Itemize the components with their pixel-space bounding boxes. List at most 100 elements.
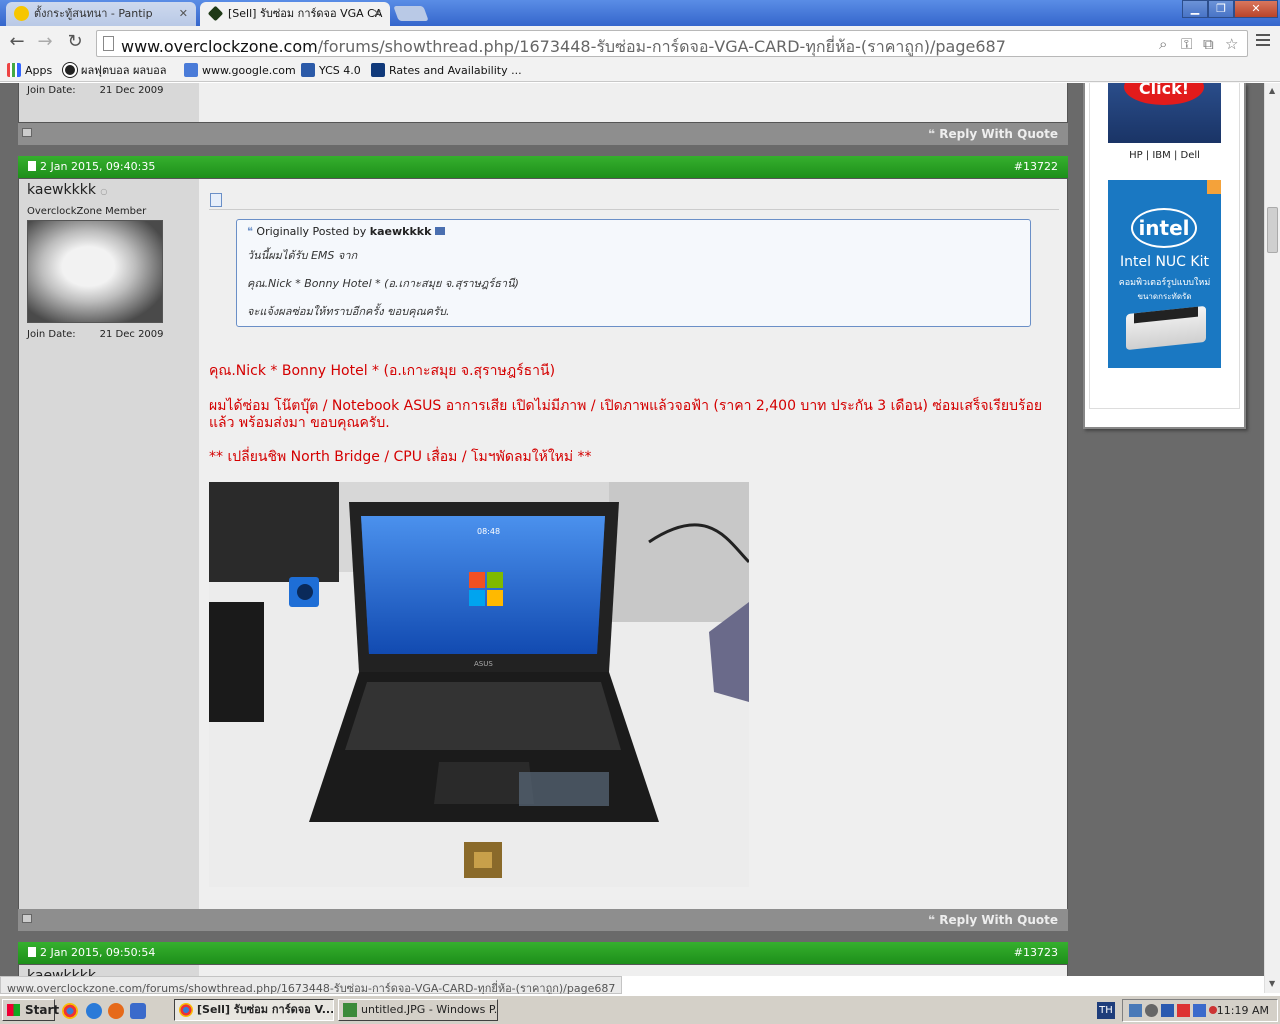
username-link[interactable]: kaewkkkk — [27, 968, 96, 976]
user-avatar-cat[interactable] — [27, 220, 163, 323]
bookmark-ycs[interactable]: YCS 4.0 — [301, 63, 361, 79]
intel-ad-title: Intel NUC Kit — [1120, 254, 1209, 270]
post-number-link[interactable]: #13723 — [1014, 946, 1058, 959]
user-pane: kaewkkkk — [19, 965, 199, 976]
scroll-down-arrow-icon[interactable]: ▼ — [1269, 979, 1275, 988]
translate-icon[interactable]: ⧉ — [1203, 35, 1214, 53]
quote-icon: ❝ — [247, 225, 253, 238]
bookmark-football[interactable]: ผลฟุตบอล ผลบอล — [63, 63, 166, 79]
post-text: คุณ.Nick * Bonny Hotel * (อ.เกาะสมุย จ.ส… — [209, 363, 556, 379]
scroll-up-arrow-icon[interactable]: ▲ — [1269, 86, 1275, 95]
hp-ibm-dell-caption[interactable]: HP | IBM | Dell — [1085, 150, 1244, 161]
windows-taskbar: Start [Sell] รับซ่อม การ์ดจอ V... untitl… — [0, 994, 1280, 1024]
hp-ad-banner[interactable]: Click! — [1108, 83, 1221, 143]
maximize-button[interactable]: ❐ — [1208, 0, 1234, 18]
key-icon[interactable]: ⚿ — [1181, 35, 1192, 53]
ie-quicklaunch-icon[interactable] — [86, 1003, 102, 1019]
address-bar[interactable]: www.overclockzone.com/forums/showthread.… — [96, 30, 1248, 57]
back-button[interactable]: ← — [6, 32, 28, 54]
ycs-icon — [301, 63, 315, 77]
google-icon — [184, 63, 198, 77]
quote-author: kaewkkkk — [369, 225, 432, 238]
join-date: Join Date: 21 Dec 2009 — [27, 329, 164, 340]
chrome-icon — [179, 1003, 193, 1017]
language-indicator[interactable]: TH — [1097, 1002, 1115, 1019]
reload-button[interactable]: ↻ — [64, 32, 86, 54]
bookmark-apps[interactable]: Apps — [7, 63, 52, 79]
apps-grid-icon — [7, 63, 21, 77]
taskbar-item-chrome[interactable]: [Sell] รับซ่อม การ์ดจอ V... — [174, 999, 334, 1021]
reply-with-quote-button[interactable]: Reply With Quote — [928, 913, 1058, 927]
close-window-button[interactable]: ✕ — [1234, 0, 1278, 18]
app-tray-icon[interactable] — [1161, 1004, 1174, 1017]
chrome-menu-icon[interactable] — [1256, 34, 1270, 49]
intel-logo: intel — [1131, 208, 1197, 248]
laptop-brand-text: ASUS — [474, 660, 493, 668]
click-badge: Click! — [1124, 83, 1204, 105]
sidebar-ads: Click! HP | IBM | Dell intel Intel NUC K… — [1083, 83, 1246, 429]
booking-icon — [371, 63, 385, 77]
laptop-screen-clock: 08:48 — [477, 527, 500, 536]
toolbar: ← → ↻ www.overclockzone.com/forums/showt… — [0, 26, 1280, 60]
url-text[interactable]: www.overclockzone.com/forums/showthread.… — [121, 35, 1006, 60]
firefox-quicklaunch-icon[interactable] — [108, 1003, 124, 1019]
bookmarks-bar: Apps ผลฟุตบอล ผลบอล www.google.com YCS 4… — [0, 60, 1280, 82]
star-icon[interactable]: ☆ — [1225, 35, 1238, 53]
ip-icon — [22, 914, 32, 923]
post-header: 2 Jan 2015, 09:40:35 #13722 — [18, 156, 1068, 178]
close-tab-icon[interactable]: ✕ — [373, 2, 382, 25]
quote-line: คุณ.Nick * Bonny Hotel * (อ.เกาะสมุย จ.ส… — [247, 277, 519, 290]
quote-box: ❝ Originally Posted by kaewkkkk วันนี้ผม… — [236, 219, 1031, 327]
tab-strip: ตั้งกระทู้สนทนา - Pantip ✕ [Sell] รับซ่อ… — [0, 0, 1280, 26]
tab-label: ตั้งกระทู้สนทนา - Pantip — [34, 7, 153, 20]
post-date: 2 Jan 2015, 09:40:35 — [28, 160, 155, 173]
view-post-icon[interactable] — [434, 227, 445, 235]
laptop-photo[interactable]: 08:48 ASUS — [209, 482, 749, 887]
next-post-header: 2 Jan 2015, 09:50:54 #13723 — [18, 942, 1068, 964]
tab-pantip[interactable]: ตั้งกระทู้สนทนา - Pantip ✕ — [6, 2, 196, 26]
close-tab-icon[interactable]: ✕ — [179, 2, 188, 25]
photo-viewer-icon — [343, 1003, 357, 1017]
bookmark-google[interactable]: www.google.com — [184, 63, 296, 79]
chrome-quicklaunch-icon[interactable] — [62, 1003, 78, 1019]
quote-header: ❝ Originally Posted by kaewkkkk — [247, 225, 445, 238]
soccer-ball-icon — [63, 63, 77, 77]
status-url-bubble: www.overclockzone.com/forums/showthread.… — [0, 976, 623, 995]
monitor-tray-icon[interactable] — [1193, 1004, 1206, 1017]
volume-tray-icon[interactable] — [1145, 1004, 1158, 1017]
divider — [209, 209, 1059, 210]
reply-with-quote-button[interactable]: Reply With Quote — [928, 127, 1058, 141]
taskbar-clock[interactable]: 11:19 AM — [1217, 1004, 1269, 1017]
intel-ad-subtitle: ขนาดกระทัดรัด — [1137, 292, 1192, 301]
offline-status-icon: ○ — [100, 187, 108, 196]
scroll-thumb[interactable] — [1267, 207, 1278, 253]
vertical-scrollbar[interactable]: ▲ ▼ — [1264, 83, 1280, 993]
user-title: OverclockZone Member — [27, 206, 147, 217]
start-button[interactable]: Start — [2, 999, 59, 1021]
network-tray-icon[interactable] — [1129, 1004, 1142, 1017]
prev-join-date: Join Date: 21 Dec 2009 — [27, 85, 164, 96]
zoom-icon[interactable]: ⌕ — [1159, 35, 1167, 53]
system-tray: 11:19 AM — [1122, 999, 1278, 1022]
post-footer: Reply With Quote — [18, 909, 1068, 931]
taskbar-item-photo-viewer[interactable]: untitled.JPG - Windows P... — [338, 999, 498, 1021]
post-icon — [210, 193, 222, 207]
intel-nuc-ad[interactable]: intel Intel NUC Kit คอมพิวเตอร์รูปแบบใหม… — [1108, 180, 1221, 368]
tab-overclockzone[interactable]: [Sell] รับซ่อม การ์ดจอ VGA CA ✕ — [200, 2, 390, 26]
forward-button[interactable]: → — [34, 32, 56, 54]
post-text: ผมได้ซ่อม โน๊ตบุ๊ต / Notebook ASUS อาการ… — [209, 398, 1043, 431]
app-quicklaunch-icon[interactable] — [130, 1003, 146, 1019]
alert-tray-icon[interactable] — [1177, 1004, 1190, 1017]
ad-corner-icon — [1207, 180, 1221, 194]
post-date: 2 Jan 2015, 09:50:54 — [28, 946, 155, 959]
page-info-icon[interactable] — [103, 36, 114, 51]
username-link[interactable]: kaewkkkk ○ — [27, 182, 107, 198]
new-tab-button[interactable] — [393, 6, 429, 21]
prev-post-footer: Reply With Quote — [18, 123, 1068, 145]
post-number-link[interactable]: #13722 — [1014, 160, 1058, 173]
minimize-button[interactable]: ▁ — [1182, 0, 1208, 18]
bookmark-rates[interactable]: Rates and Availability ... — [371, 63, 522, 79]
overclockzone-favicon-icon — [207, 5, 224, 22]
page-viewport: Join Date:21 Dec 2009 Reply With Quote 2… — [0, 83, 1264, 976]
tab-label: [Sell] รับซ่อม การ์ดจอ VGA CA — [228, 7, 383, 20]
